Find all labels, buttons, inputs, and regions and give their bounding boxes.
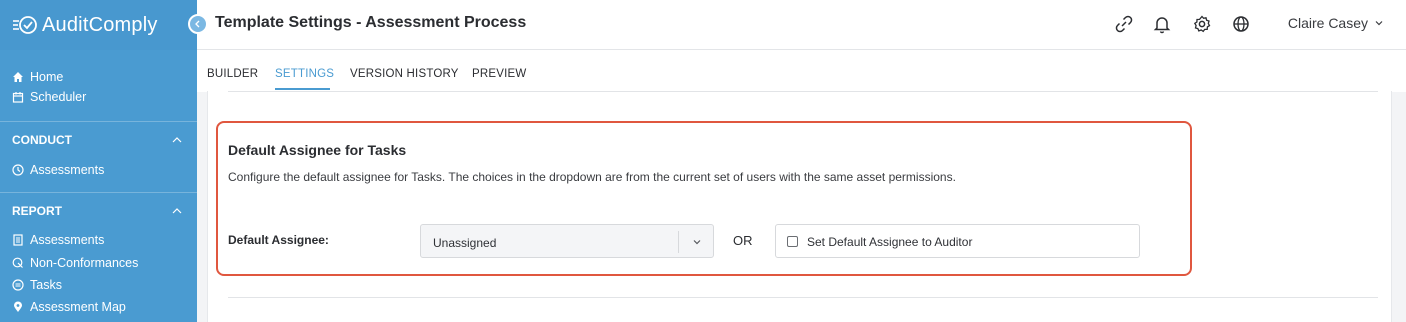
checkbox-label: Set Default Assignee to Auditor bbox=[807, 235, 973, 249]
section-conduct[interactable]: CONDUCT bbox=[0, 121, 197, 157]
chevron-up-icon bbox=[172, 137, 182, 143]
sidebar-item-label: Home bbox=[30, 70, 64, 84]
sidebar-item-label: Assessments bbox=[30, 233, 105, 247]
language-button[interactable] bbox=[1230, 13, 1252, 35]
sidebar-item-label: Tasks bbox=[30, 278, 62, 292]
sidebar-item-report-assessments[interactable]: Assessments bbox=[12, 231, 104, 249]
report-icon bbox=[13, 234, 23, 246]
chevron-down-icon bbox=[693, 240, 701, 245]
active-tab-indicator bbox=[275, 88, 330, 90]
user-name: Claire Casey bbox=[1287, 15, 1368, 31]
notifications-button[interactable] bbox=[1151, 13, 1173, 35]
chevron-left-icon bbox=[195, 20, 200, 28]
gear-icon bbox=[1193, 15, 1211, 33]
tab-builder[interactable]: BUILDER bbox=[207, 68, 258, 80]
section-description: Configure the default assignee for Tasks… bbox=[228, 170, 956, 184]
divider bbox=[228, 91, 1378, 92]
default-assignee-label: Default Assignee: bbox=[228, 233, 329, 247]
sidebar-item-label: Non-Conformances bbox=[30, 256, 139, 270]
list-icon bbox=[12, 279, 24, 291]
calendar-icon bbox=[12, 92, 24, 103]
chevron-down-icon bbox=[1375, 21, 1383, 26]
divider bbox=[228, 297, 1378, 298]
section-report[interactable]: REPORT bbox=[0, 192, 197, 228]
sidebar-item-label: Scheduler bbox=[30, 90, 87, 104]
bell-icon bbox=[1153, 17, 1171, 34]
tab-version-history[interactable]: VERSION HISTORY bbox=[350, 68, 459, 80]
chevron-up-icon bbox=[172, 208, 182, 214]
tab-bar: BUILDER SETTINGS VERSION HISTORY PREVIEW bbox=[197, 50, 1406, 92]
tab-settings[interactable]: SETTINGS bbox=[275, 68, 334, 80]
selected-value: Unassigned bbox=[433, 236, 497, 250]
or-separator: OR bbox=[733, 233, 753, 248]
auditor-assignee-checkbox[interactable] bbox=[787, 236, 798, 247]
tab-preview[interactable]: PREVIEW bbox=[472, 68, 526, 80]
sidebar-item-non-conformances[interactable]: Non-Conformances bbox=[12, 254, 138, 272]
sidebar-item-scheduler[interactable]: Scheduler bbox=[12, 88, 86, 106]
default-assignee-select[interactable]: Unassigned bbox=[420, 224, 714, 258]
sidebar-item-tasks[interactable]: Tasks bbox=[12, 276, 62, 294]
auditor-assignee-option[interactable]: Set Default Assignee to Auditor bbox=[775, 224, 1140, 258]
top-bar: Template Settings - Assessment Process C… bbox=[197, 0, 1406, 50]
clock-icon bbox=[12, 164, 24, 176]
page-title: Template Settings - Assessment Process bbox=[215, 14, 527, 31]
sidebar-item-label: Assessment Map bbox=[30, 300, 126, 314]
sidebar-item-conduct-assessments[interactable]: Assessments bbox=[12, 161, 104, 179]
sidebar-collapse-button[interactable] bbox=[188, 14, 208, 34]
logo-icon bbox=[13, 16, 37, 34]
home-icon bbox=[13, 72, 23, 82]
pin-icon bbox=[14, 301, 22, 312]
sidebar: AuditComply Home Scheduler CONDUCT Asses… bbox=[0, 0, 197, 322]
globe-icon bbox=[1233, 16, 1249, 32]
section-title: CONDUCT bbox=[12, 132, 72, 147]
logo[interactable]: AuditComply bbox=[0, 0, 197, 50]
section-title: Default Assignee for Tasks bbox=[228, 142, 407, 158]
search-icon bbox=[12, 257, 23, 268]
link-icon bbox=[1115, 15, 1133, 33]
sidebar-item-home[interactable]: Home bbox=[12, 68, 63, 86]
section-title: REPORT bbox=[12, 203, 63, 218]
settings-button[interactable] bbox=[1191, 13, 1213, 35]
link-button[interactable] bbox=[1113, 13, 1135, 35]
user-menu[interactable]: Claire Casey bbox=[1288, 15, 1384, 31]
sidebar-item-assessment-map[interactable]: Assessment Map bbox=[12, 298, 126, 316]
app-name: AuditComply bbox=[42, 13, 158, 36]
sidebar-item-label: Assessments bbox=[30, 163, 105, 177]
select-separator bbox=[678, 231, 679, 253]
